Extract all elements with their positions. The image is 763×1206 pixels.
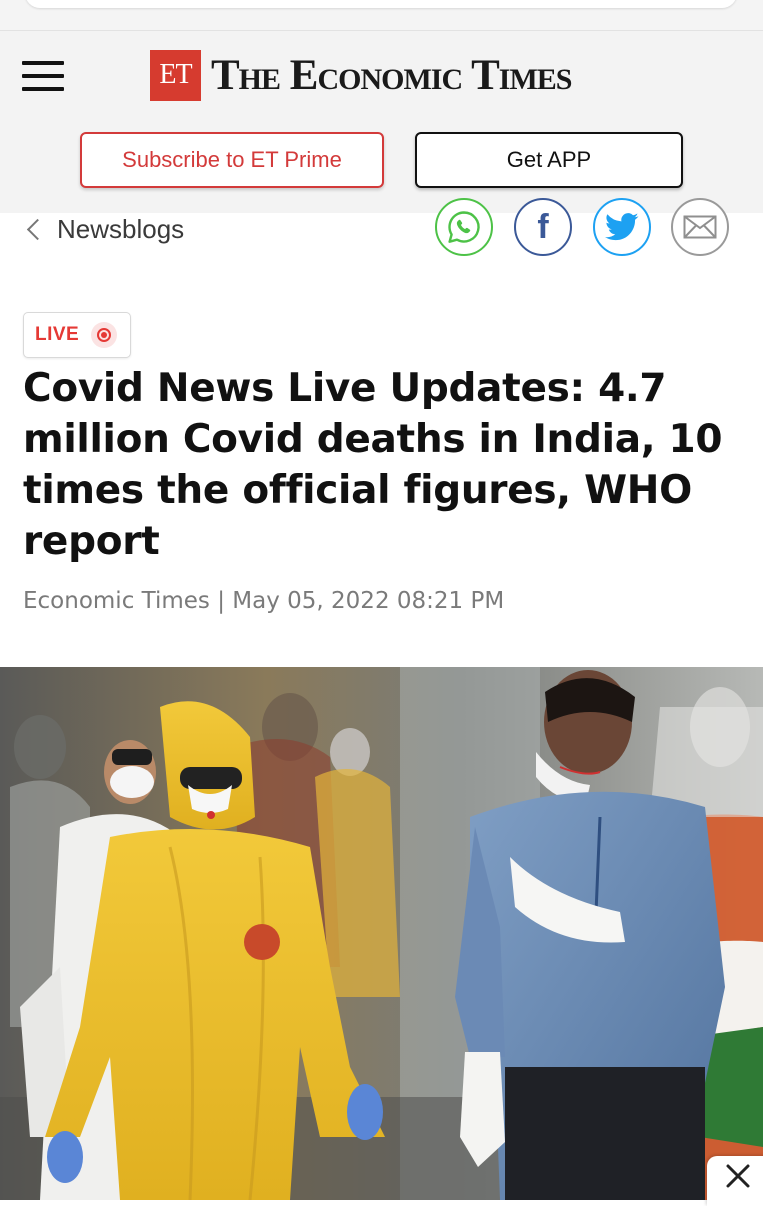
logo-mark: ET: [150, 49, 201, 101]
live-badge: LIVE: [23, 312, 131, 358]
close-overlay-button[interactable]: [707, 1156, 763, 1206]
hamburger-line: [22, 74, 64, 78]
facebook-share-button[interactable]: f: [514, 198, 572, 256]
url-bar[interactable]: [25, 0, 737, 8]
live-indicator-ring: [97, 328, 112, 342]
hamburger-line: [22, 61, 64, 65]
browser-top-strip: [0, 0, 763, 30]
twitter-share-button[interactable]: [593, 198, 651, 256]
get-app-button[interactable]: Get APP: [415, 132, 683, 188]
breadcrumb[interactable]: Newsblogs: [24, 214, 184, 245]
breadcrumb-bar: Newsblogs f: [0, 198, 763, 268]
subscribe-button[interactable]: Subscribe to ET Prime: [80, 132, 384, 188]
hamburger-line: [22, 87, 64, 91]
article-byline: Economic Times | May 05, 2022 08:21 PM: [23, 588, 505, 614]
breadcrumb-label: Newsblogs: [57, 214, 185, 244]
email-icon: [683, 215, 717, 239]
hamburger-icon[interactable]: [22, 61, 64, 91]
close-icon: [726, 1164, 750, 1188]
site-header: ET The Economic Times Subscribe to ET Pr…: [0, 30, 763, 213]
whatsapp-icon: [448, 211, 480, 243]
live-label: LIVE: [35, 324, 80, 345]
email-share-button[interactable]: [671, 198, 729, 256]
site-logo[interactable]: ET The Economic Times: [150, 49, 572, 101]
news-photo[interactable]: [0, 667, 763, 1200]
logo-wordmark: The Economic Times: [211, 51, 572, 99]
whatsapp-share-button[interactable]: [435, 198, 493, 256]
news-photo-illustration: [0, 667, 763, 1200]
live-indicator-icon: [91, 322, 118, 348]
chevron-left-icon: [26, 218, 49, 241]
twitter-icon: [605, 213, 639, 241]
live-indicator-core: [101, 332, 108, 338]
facebook-icon: f: [537, 208, 549, 246]
article-headline: Covid News Live Updates: 4.7 million Cov…: [23, 366, 723, 564]
